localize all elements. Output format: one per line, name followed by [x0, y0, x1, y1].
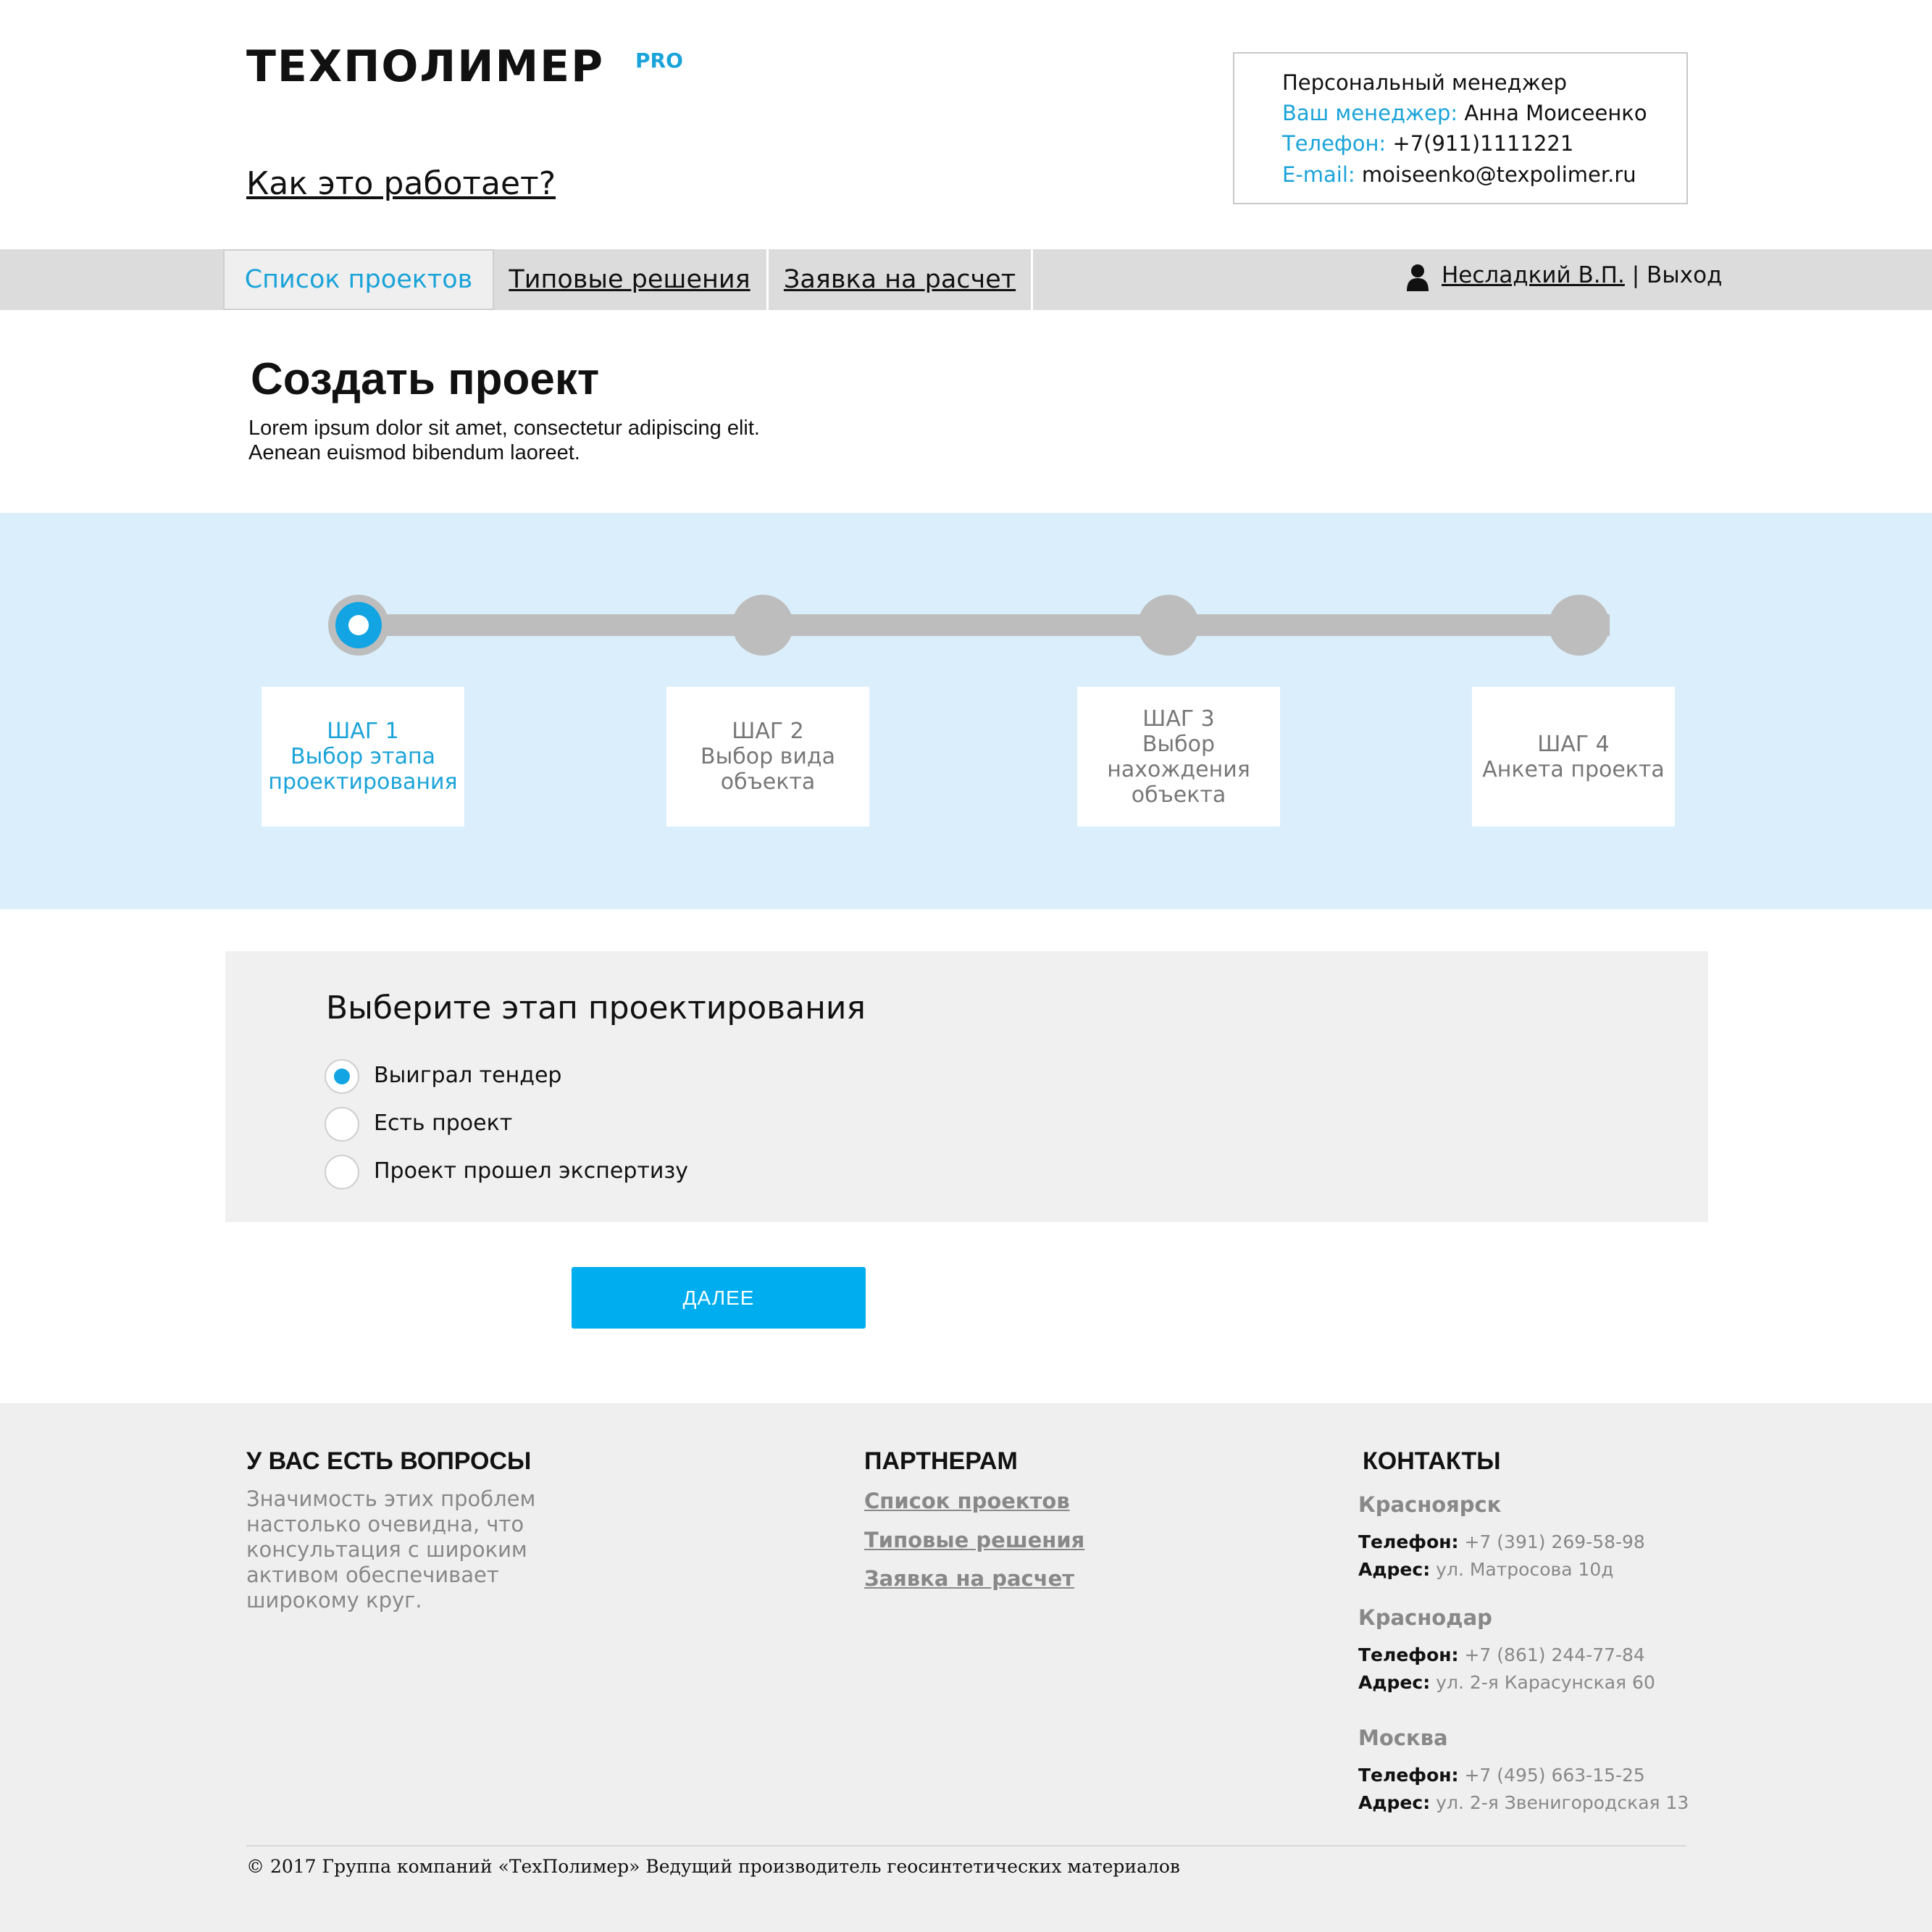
step-number: ШАГ 4: [1537, 731, 1610, 757]
tab-project-list[interactable]: Список проектов: [223, 249, 494, 310]
text-line: консультация с широким: [246, 1537, 527, 1562]
description-line: Aenean euismod bibendum laoreet.: [248, 441, 580, 464]
how-it-works-link[interactable]: Как это работает?: [246, 165, 556, 204]
step-label: Анкета проекта: [1482, 756, 1665, 782]
manager-phone-row: Телефон: +7(911)1111221: [1282, 133, 1573, 154]
step-number: ШАГ 3: [1142, 706, 1215, 732]
manager-name: Анна Моисеенко: [1464, 101, 1647, 125]
step-card-4[interactable]: ШАГ 4 Анкета проекта: [1472, 687, 1675, 827]
step-label: объекта: [1131, 782, 1226, 808]
manager-phone[interactable]: +7(911)1111221: [1392, 131, 1573, 156]
footer-partners-title: ПАРТНЕРАМ: [864, 1447, 1018, 1475]
address-label: Адрес:: [1358, 1672, 1431, 1693]
footer-link-typical-solutions[interactable]: Типовые решения: [864, 1530, 1084, 1551]
city-name: Красноярск: [1358, 1492, 1502, 1517]
step-label: Выбор этапа: [290, 744, 436, 769]
phone-label: Телефон:: [1358, 1644, 1459, 1665]
text-line: активом обеспечивает: [246, 1563, 499, 1587]
step-number: ШАГ 2: [732, 719, 804, 744]
logo[interactable]: ТЕХПОЛИМЕР: [246, 45, 604, 88]
address-value: ул. 2-я Звенигородская 13: [1436, 1792, 1689, 1813]
footer-questions-text: Значимость этих проблем настолько очевид…: [246, 1486, 551, 1613]
step-1-marker: [328, 595, 389, 656]
step-card-1[interactable]: ШАГ 1 Выбор этапа проектирования: [262, 687, 464, 827]
manager-phone-label: Телефон:: [1282, 131, 1387, 156]
user-separator: |: [1624, 262, 1647, 288]
step-label: Выбор: [1142, 731, 1216, 757]
manager-title: Персональный менеджер: [1282, 70, 1567, 95]
user-menu: Несладкий В.П. | Выход: [1442, 262, 1723, 289]
contact-phone: Телефон: +7 (391) 269-58-98: [1358, 1533, 1645, 1551]
phone-value[interactable]: +7 (495) 663-15-25: [1464, 1765, 1644, 1786]
step-label: проектирования: [268, 769, 458, 795]
phone-label: Телефон:: [1358, 1765, 1459, 1786]
copyright: © 2017 Группа компаний «ТехПолимер» Веду…: [246, 1856, 1180, 1877]
manager-name-label: Ваш менеджер:: [1282, 101, 1458, 125]
footer-contacts-title: КОНТАКТЫ: [1363, 1447, 1501, 1475]
step-2-marker: [732, 595, 793, 656]
address-value: ул. 2-я Карасунская 60: [1436, 1672, 1655, 1693]
form-title: Выберите этап проектирования: [326, 990, 866, 1026]
next-button[interactable]: ДАЛЕЕ: [572, 1267, 866, 1329]
page-title: Создать проект: [251, 354, 600, 404]
city-name: Москва: [1358, 1726, 1448, 1750]
step-label: объекта: [720, 769, 816, 795]
tab-calculation-request[interactable]: Заявка на расчет: [766, 249, 1033, 310]
footer-divider: [246, 1845, 1686, 1847]
user-name-link[interactable]: Несладкий В.П.: [1442, 262, 1625, 288]
address-value: ул. Матросова 10д: [1436, 1559, 1614, 1580]
city-name: Краснодар: [1358, 1605, 1492, 1630]
step-label: Выбор вида: [700, 744, 835, 769]
phone-label: Телефон:: [1358, 1531, 1459, 1552]
radio-passed-expertise[interactable]: [325, 1155, 359, 1189]
logo-suffix: PRO: [635, 49, 683, 72]
text-line: широкому круг.: [246, 1588, 422, 1613]
radio-have-project[interactable]: [325, 1107, 359, 1142]
contact-address: Адрес: ул. 2-я Звенигородская 13: [1358, 1794, 1689, 1812]
user-icon: [1407, 264, 1429, 291]
contact-phone: Телефон: +7 (861) 244-77-84: [1358, 1646, 1645, 1664]
phone-value[interactable]: +7 (861) 244-77-84: [1464, 1644, 1644, 1665]
step-card-3[interactable]: ШАГ 3 Выбор нахождения объекта: [1077, 687, 1280, 827]
step-4-marker: [1549, 595, 1610, 656]
logout-link[interactable]: Выход: [1647, 262, 1723, 288]
step-card-2[interactable]: ШАГ 2 Выбор вида объекта: [666, 687, 869, 827]
phone-value[interactable]: +7 (391) 269-58-98: [1464, 1531, 1644, 1552]
progress-track: [358, 614, 1610, 636]
text-line: Значимость этих проблем: [246, 1486, 536, 1511]
step-label: нахождения: [1107, 756, 1250, 782]
footer-link-project-list[interactable]: Список проектов: [864, 1491, 1070, 1512]
manager-email[interactable]: moiseenko@texpolimer.ru: [1362, 162, 1636, 187]
contact-address: Адрес: ул. 2-я Карасунская 60: [1358, 1673, 1655, 1691]
manager-name-row: Ваш менеджер: Анна Моисеенко: [1282, 103, 1647, 124]
address-label: Адрес:: [1358, 1792, 1431, 1813]
radio-label[interactable]: Есть проект: [374, 1113, 512, 1134]
radio-won-tender[interactable]: [325, 1059, 359, 1094]
footer: [0, 1403, 1932, 1932]
step-3-marker: [1138, 595, 1199, 656]
text-line: настолько очевидна, что: [246, 1512, 524, 1536]
manager-email-label: E-mail:: [1282, 162, 1355, 187]
radio-label[interactable]: Проект прошел экспертизу: [374, 1161, 688, 1182]
footer-link-calculation-request[interactable]: Заявка на расчет: [864, 1568, 1074, 1589]
step-number: ШАГ 1: [327, 719, 399, 744]
contact-address: Адрес: ул. Матросова 10д: [1358, 1560, 1614, 1578]
footer-questions-title: У ВАС ЕСТЬ ВОПРОСЫ: [246, 1447, 532, 1475]
radio-label[interactable]: Выиграл тендер: [374, 1065, 561, 1087]
description-line: Lorem ipsum dolor sit amet, consectetur …: [248, 417, 760, 440]
tab-typical-solutions[interactable]: Типовые решения: [495, 249, 764, 310]
address-label: Адрес:: [1358, 1559, 1431, 1580]
manager-email-row: E-mail: moiseenko@texpolimer.ru: [1282, 164, 1636, 185]
contact-phone: Телефон: +7 (495) 663-15-25: [1358, 1766, 1645, 1784]
page-description: Lorem ipsum dolor sit amet, consectetur …: [248, 416, 900, 465]
